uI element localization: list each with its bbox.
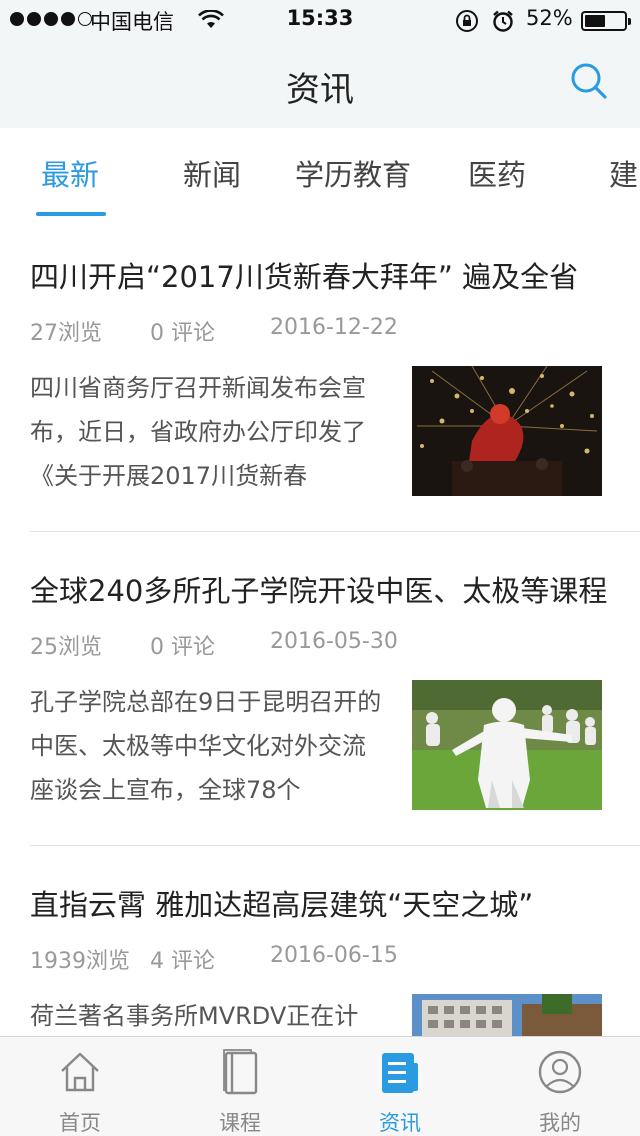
article-summary: 荷兰著名事务所MVRDV正在计划 — [30, 1002, 359, 1030]
battery-icon — [581, 11, 631, 31]
article-views: 25浏览 — [30, 635, 102, 660]
status-bar: 中国电信 15:33 52% — [0, 0, 640, 40]
alarm-icon — [493, 10, 513, 32]
article-title[interactable]: 四川开启“2017川货新春大拜年” 遍及全省 — [30, 254, 612, 296]
article-views: 27浏览 — [30, 321, 102, 346]
tabbar-label: 我的 — [539, 1111, 581, 1135]
tab-news[interactable]: 新闻 — [183, 152, 241, 194]
article-feed[interactable]: 四川开启“2017川货新春大拜年” 遍及全省 27浏览 0 评论 2016-12… — [0, 218, 640, 1036]
tab-architecture[interactable]: 建 — [609, 152, 638, 194]
article-thumbnail[interactable] — [412, 366, 602, 496]
home-icon — [61, 1052, 99, 1092]
book-icon — [223, 1049, 258, 1095]
article-item[interactable]: 四川开启“2017川货新春大拜年” 遍及全省 27浏览 0 评论 2016-12… — [0, 218, 640, 532]
article-summary: 孔子学院总部在9日于昆明召开的中医、太极等中华文化对外交流座谈会上宣布，全球78… — [30, 688, 382, 804]
tab-education[interactable]: 学历教育 — [295, 152, 411, 194]
active-tab-indicator — [36, 212, 106, 216]
tab-latest[interactable]: 最新 — [41, 152, 99, 194]
tabbar-profile[interactable]: 我的 — [480, 1037, 640, 1136]
tab-medicine[interactable]: 医药 — [468, 152, 526, 194]
article-title[interactable]: 全球240多所孔子学院开设中医、太极等课程 — [30, 568, 612, 610]
battery-percentage: 52% — [526, 6, 573, 30]
profile-icon — [538, 1050, 582, 1094]
tabbar-label: 资讯 — [379, 1111, 421, 1135]
article-item[interactable]: 直指云霄 雅加达超高层建筑“天空之城” 1939浏览 4 评论 2016-06-… — [0, 846, 640, 1036]
category-tabs: 最新 新闻 学历教育 医药 建 — [0, 128, 640, 218]
navigation-bar: 资讯 — [0, 40, 640, 128]
tabbar-label: 首页 — [59, 1111, 101, 1135]
news-icon — [382, 1053, 418, 1093]
article-thumbnail[interactable] — [412, 994, 602, 1036]
article-comments: 0 评论 — [150, 635, 215, 660]
tabbar-label: 课程 — [219, 1111, 261, 1135]
tabbar-courses[interactable]: 课程 — [160, 1037, 320, 1136]
tabbar-news[interactable]: 资讯 — [320, 1037, 480, 1136]
article-comments: 0 评论 — [150, 321, 215, 346]
article-date: 2016-05-30 — [270, 629, 398, 654]
tabbar-home[interactable]: 首页 — [0, 1037, 160, 1136]
article-date: 2016-12-22 — [270, 315, 398, 340]
page-title: 资讯 — [286, 70, 354, 110]
article-title[interactable]: 直指云霄 雅加达超高层建筑“天空之城” — [30, 882, 612, 924]
search-icon — [571, 63, 607, 99]
article-date: 2016-06-15 — [270, 943, 398, 968]
bottom-tab-bar: 首页 课程 资讯 我的 — [0, 1036, 640, 1136]
article-comments: 4 评论 — [150, 949, 215, 974]
orientation-lock-icon — [456, 10, 478, 32]
search-button[interactable] — [566, 58, 612, 104]
article-thumbnail[interactable] — [412, 680, 602, 810]
article-item[interactable]: 全球240多所孔子学院开设中医、太极等课程 25浏览 0 评论 2016-05-… — [0, 532, 640, 846]
article-summary: 四川省商务厅召开新闻发布会宣布，近日，省政府办公厅印发了《关于开展2017川货新… — [30, 374, 366, 490]
article-views: 1939浏览 — [30, 949, 130, 974]
